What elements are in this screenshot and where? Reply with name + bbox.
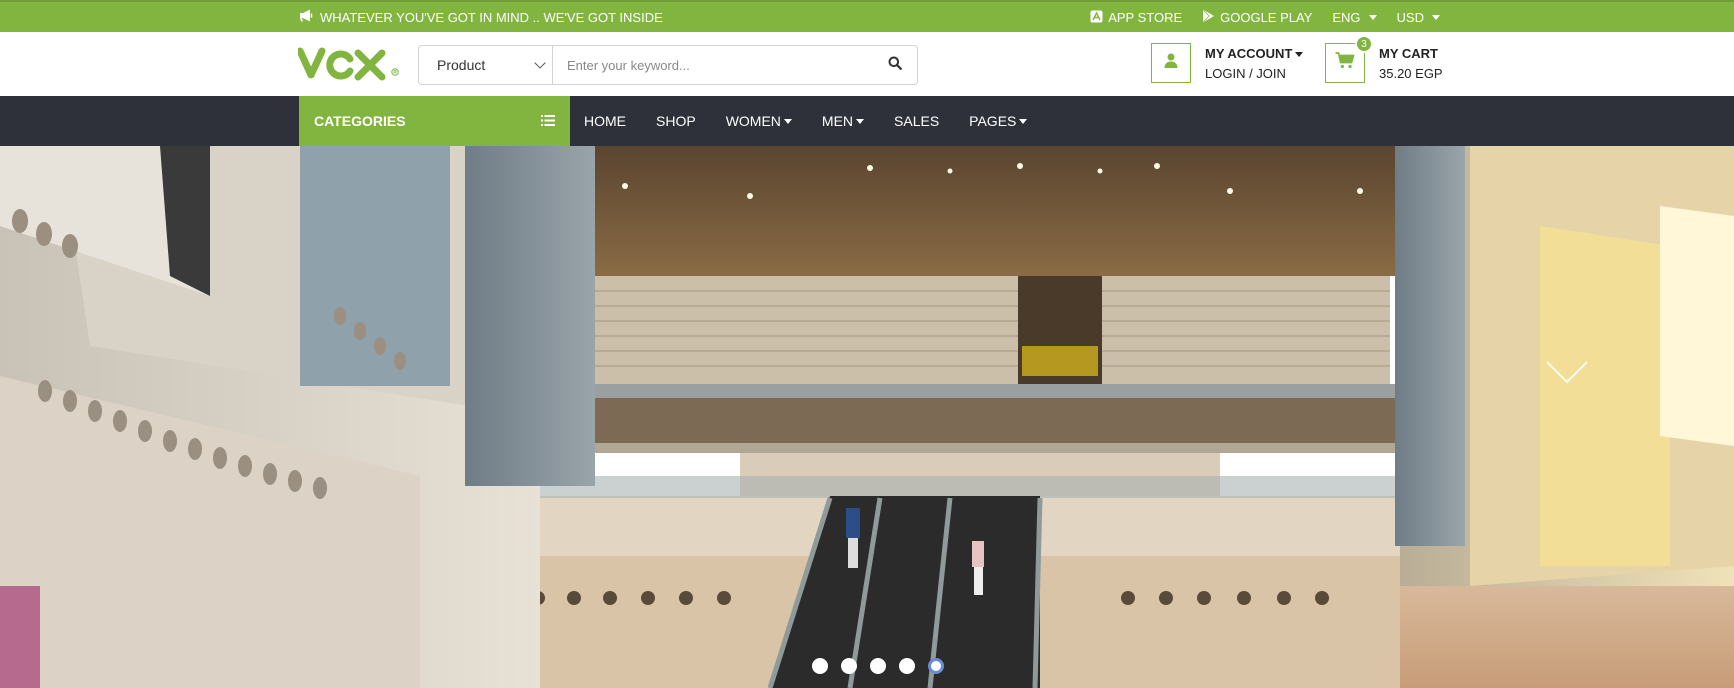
language-dropdown[interactable]: ENG	[1332, 10, 1377, 25]
language-value: ENG	[1332, 10, 1361, 25]
nav-item-sales[interactable]: SALES	[879, 96, 954, 146]
caret-down-icon	[1019, 118, 1028, 124]
app-store-label: APP STORE	[1108, 10, 1183, 25]
hero-mall-image	[0, 146, 1734, 688]
currency-dropdown[interactable]: USD	[1397, 10, 1440, 25]
slider-dot-1[interactable]	[812, 658, 828, 674]
list-icon	[541, 113, 555, 129]
main-nav: CATEGORIES HOME SHOP WOMEN MEN SALES PAG…	[0, 96, 1734, 146]
nav-item-men[interactable]: MEN	[807, 96, 879, 146]
slider-dot-5[interactable]	[928, 658, 944, 674]
cart-icon-box[interactable]: 3	[1325, 35, 1373, 83]
chevron-down-icon	[534, 57, 546, 69]
caret-down-icon	[1432, 15, 1440, 20]
search-button[interactable]	[873, 46, 917, 84]
login-join-link[interactable]: LOGIN / JOIN	[1205, 66, 1303, 81]
account-title[interactable]: MY ACCOUNT	[1205, 46, 1304, 61]
google-play-link[interactable]: GOOGLE PLAY	[1202, 9, 1312, 26]
top-bar: WHATEVER YOU'VE GOT IN MIND .. WE'VE GOT…	[0, 0, 1734, 32]
megaphone-icon	[299, 9, 314, 25]
chevron-down-icon	[1545, 361, 1589, 392]
caret-down-icon	[1368, 15, 1377, 20]
slider-dots	[812, 658, 944, 674]
slider-dot-3[interactable]	[870, 658, 886, 674]
my-cart[interactable]: 3 MY CART 35.20 EGP	[1325, 35, 1443, 83]
promo-text: WHATEVER YOU'VE GOT IN MIND .. WE'VE GOT…	[320, 9, 663, 25]
cart-icon	[1335, 52, 1355, 74]
app-store-icon	[1090, 10, 1103, 26]
cart-count-badge: 3	[1355, 35, 1373, 53]
search-category-select[interactable]: Product	[419, 46, 553, 84]
search-category-value: Product	[437, 57, 486, 73]
nav-item-shop[interactable]: SHOP	[641, 96, 711, 146]
user-icon	[1164, 53, 1178, 73]
nav-item-home[interactable]: HOME	[584, 96, 641, 146]
account-icon-box[interactable]	[1151, 43, 1191, 83]
categories-button[interactable]: CATEGORIES	[299, 96, 570, 146]
google-play-label: GOOGLE PLAY	[1220, 10, 1313, 25]
cart-title[interactable]: MY CART	[1379, 46, 1443, 61]
promo-banner: WHATEVER YOU'VE GOT IN MIND .. WE'VE GOT…	[299, 9, 663, 25]
nav-item-pages[interactable]: PAGES	[954, 96, 1042, 146]
app-store-link[interactable]: APP STORE	[1090, 10, 1182, 26]
caret-down-icon	[856, 118, 865, 124]
cart-total: 35.20 EGP	[1379, 65, 1443, 81]
caret-down-icon	[1295, 51, 1304, 57]
nav-item-women[interactable]: WOMEN	[711, 96, 807, 146]
hero-slider[interactable]	[0, 146, 1734, 688]
categories-label: CATEGORIES	[314, 113, 406, 129]
slider-next-arrow[interactable]	[1545, 358, 1589, 388]
search-icon	[888, 56, 902, 75]
search-bar: Product	[418, 45, 918, 85]
my-account[interactable]: MY ACCOUNT LOGIN / JOIN	[1151, 43, 1304, 83]
header: Product MY ACCOUNT LOGIN / JOIN 3	[0, 32, 1734, 96]
caret-down-icon	[783, 118, 792, 124]
currency-value: USD	[1396, 10, 1424, 25]
slider-dot-2[interactable]	[841, 658, 857, 674]
google-play-icon	[1202, 9, 1215, 26]
site-logo[interactable]	[296, 45, 402, 83]
slider-dot-4[interactable]	[899, 658, 915, 674]
search-input[interactable]	[553, 46, 873, 84]
